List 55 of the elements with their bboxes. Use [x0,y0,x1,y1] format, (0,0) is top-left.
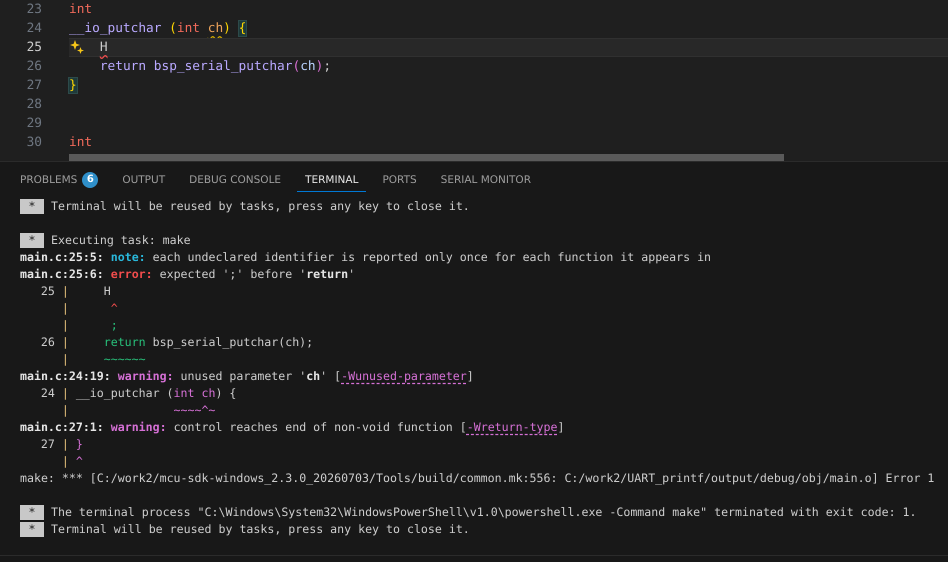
sparkle-icon[interactable] [70,40,84,54]
terminal-text: H [102,283,111,300]
line-number: 25 [26,39,42,57]
terminal-text: __io_putchar (int ch) { [76,385,236,402]
code-line: int [69,134,94,152]
task-marker: * [20,233,44,248]
gutter-pipe: | [62,351,69,368]
gutter-pipe: | [62,334,69,351]
line-number: 25 [40,283,55,300]
terminal-text: ~~~~^~ [172,402,216,419]
terminal-text: } [76,436,83,453]
line-number: 27 [26,77,42,95]
terminal-text: ; [110,317,118,334]
terminal-text: Executing task: make [50,232,191,249]
panel-tab[interactable]: OUTPUT [114,168,174,192]
problem-count-badge: 6 [82,172,98,188]
terminal-text: ^ [76,453,83,470]
code-line: int [69,1,94,19]
gutter-pipe: | [62,402,69,419]
terminal-text: The terminal process "C:\Windows\System32\WindowsPowerShell\v1.0\powershell.exe -Command make" terminated with exit code: 1. [50,504,917,521]
terminal-text: Terminal will be reused by tasks, press any key to close it. [50,521,470,538]
terminal-text: make: *** [C:/work2/mcu-sdk-windows_2.3.0_20260703/Tools/build/common.mk:556: C:/work2/UART_printf/output/debug/obj/main.o] Error 1 [20,470,934,487]
terminal-text: ~~~~~~ [102,351,146,368]
terminal-text: return bsp_serial_putchar(ch); [102,334,314,351]
gutter-pipe: | [62,385,69,402]
terminal-text: Terminal will be reused by tasks, press any key to close it. [50,198,470,215]
panel-tab[interactable]: PORTS [374,168,425,192]
code-line: return bsp_serial_putchar(ch); [98,58,332,76]
gutter-pipe: | [62,283,69,300]
line-number: 27 [40,436,55,453]
terminal-text: main.c:24:19: warning: unused parameter 'ch' [-Wunused-parameter] [20,368,474,385]
task-marker: * [20,199,44,214]
task-marker: * [20,505,44,520]
code-line: __io_putchar (int ch) { [69,20,248,38]
gutter-pipe: | [62,453,69,470]
gutter-pipe: | [62,436,69,453]
gutter-pipe: | [62,317,69,334]
line-number: 24 [40,385,55,402]
line-number: 23 [26,1,42,19]
line-number: 26 [40,334,55,351]
line-number: 24 [26,20,42,38]
line-number: 30 [26,134,42,152]
terminal-text: main.c:25:6: error: expected ';' before 'return' [20,266,356,283]
task-marker: * [20,522,44,537]
line-number: 29 [26,115,42,133]
line-number: 26 [26,58,42,76]
line-number: 28 [26,96,42,114]
panel-tab[interactable]: TERMINAL [297,168,366,192]
gutter-pipe: | [62,300,69,317]
terminal-text: main.c:25:5: note: each undeclared identifier is reported only once for each function it appears in [20,249,712,266]
panel-tab[interactable]: SERIAL MONITOR [432,168,539,192]
terminal-text: main.c:27:1: warning: control reaches end of non-void function [-Wreturn-type] [20,419,564,436]
panel-tab[interactable]: DEBUG CONSOLE [181,168,290,192]
terminal-text: ^ [110,300,118,317]
panel-tab[interactable]: PROBLEMS 6 [12,168,106,192]
